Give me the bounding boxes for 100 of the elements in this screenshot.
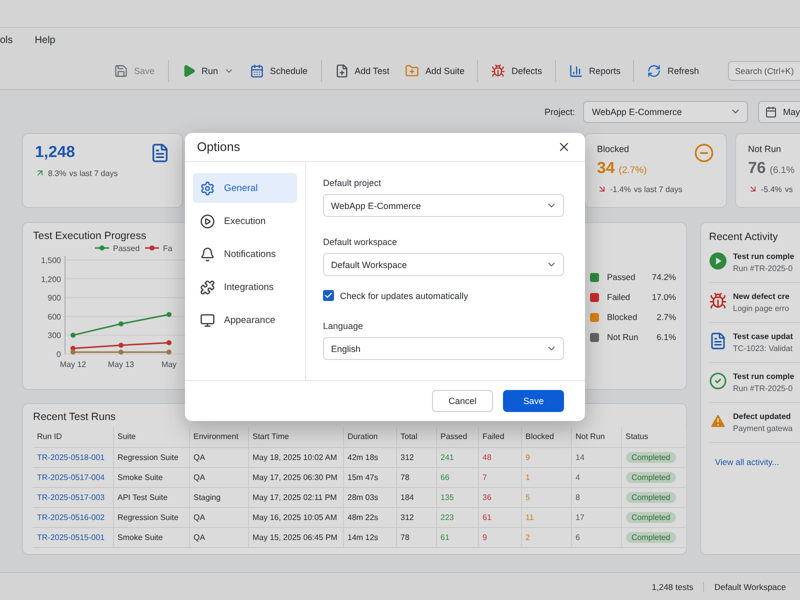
legend-value: 17.0% — [652, 292, 676, 302]
field-label: Default workspace — [323, 237, 398, 248]
toolbar-button[interactable]: Add Test — [328, 58, 396, 82]
calendar-icon — [765, 106, 777, 118]
nav-item[interactable]: Appearance — [193, 305, 297, 336]
toolbar-button[interactable]: Refresh — [641, 58, 705, 82]
data-point — [118, 321, 124, 326]
table-cell: 2 — [521, 527, 571, 547]
check-circle-icon — [709, 372, 727, 390]
axis-label: 600 — [48, 312, 61, 322]
stat-share: (2.7%) — [618, 165, 647, 176]
settings-icon — [200, 180, 215, 196]
minus-circle-icon — [694, 143, 714, 163]
legend-label: Fa — [163, 244, 172, 253]
table-cell: Regression Suite — [113, 447, 189, 467]
table-cell: 66 — [436, 467, 478, 487]
date-picker[interactable]: May — [758, 100, 800, 122]
axis-label: 1,500 — [40, 256, 61, 265]
cancel-button[interactable]: Cancel — [432, 390, 493, 412]
status-badge: Completed — [626, 452, 676, 462]
run-id-link[interactable]: TR-2025-0517-004 — [33, 467, 113, 487]
document-icon — [709, 332, 727, 350]
legend-value: 74.2% — [652, 272, 676, 282]
table-cell: QA — [189, 447, 248, 467]
table-cell: 14 — [571, 447, 621, 467]
field-label: Default project — [323, 178, 382, 188]
nav-item[interactable]: General — [193, 173, 297, 204]
axis-label: 1,200 — [40, 274, 61, 284]
table-cell: 1 — [521, 467, 571, 487]
stat-title: Not Run — [748, 144, 782, 154]
select-field[interactable]: Default Workspace — [323, 253, 564, 276]
table-cell: 14m 12s — [343, 527, 396, 547]
toolbar-button[interactable]: Reports — [562, 58, 626, 82]
legend-value: 2.7% — [656, 312, 676, 322]
data-point — [118, 350, 124, 355]
table-cell: 28m 03s — [343, 487, 396, 507]
play-icon — [182, 64, 196, 78]
folder-plus-icon — [405, 64, 420, 78]
table-cell: API Test Suite — [113, 487, 189, 507]
nav-item[interactable]: Execution — [193, 206, 297, 236]
toolbar-button[interactable]: Add Suite — [399, 58, 470, 82]
activity-title: Test run comple — [733, 252, 794, 261]
select-field[interactable]: English — [323, 337, 564, 360]
legend-value: 6.1% — [656, 332, 676, 342]
legend-label: Passed — [113, 244, 140, 253]
table-cell: Smoke Suite — [113, 467, 189, 487]
trend-note: vs last 7 days — [69, 168, 118, 178]
activity-title: Defect updated — [733, 412, 792, 421]
activity-detail: Login page erro — [733, 304, 790, 313]
axis-label: May 12 — [60, 360, 86, 369]
trend-note: vs last 7 days — [634, 184, 682, 194]
table-cell: 48 — [478, 447, 521, 467]
table-cell: May 16, 2025 10:05 AM — [248, 507, 343, 527]
table-cell: 36 — [478, 487, 521, 507]
toolbar-button[interactable]: Run — [176, 58, 240, 82]
nav-item[interactable]: Integrations — [193, 272, 297, 302]
checkbox[interactable] — [323, 290, 334, 302]
panel-title: Recent Activity — [709, 231, 779, 243]
run-id-link[interactable]: TR-2025-0516-002 — [33, 507, 113, 527]
warning-icon — [709, 412, 727, 430]
file-plus-icon — [334, 64, 349, 78]
activity-detail: Run #TR-2025-0 — [733, 384, 794, 393]
activity-title: Test case updat — [733, 332, 793, 341]
menu-item[interactable]: ols — [0, 32, 13, 48]
search-field[interactable]: Search (Ctrl+K) — [728, 60, 800, 80]
table-cell: 7 — [478, 467, 521, 487]
save-icon — [114, 64, 128, 78]
dialog-title: Options — [197, 140, 240, 154]
run-id-link[interactable]: TR-2025-0517-003 — [33, 487, 113, 507]
run-id-link[interactable]: TR-2025-0515-001 — [33, 527, 113, 547]
select-field[interactable]: WebApp E-Commerce — [323, 194, 564, 218]
view-all-link[interactable]: View all activity... — [715, 457, 800, 467]
axis-label: May 13 — [108, 360, 134, 369]
menu-item[interactable]: Help — [34, 32, 56, 48]
bell-icon — [200, 246, 215, 262]
data-point — [166, 340, 172, 346]
table-cell: 6 — [571, 527, 621, 547]
run-id-link[interactable]: TR-2025-0518-001 — [33, 447, 113, 467]
table-cell: 135 — [436, 487, 478, 507]
save-button[interactable]: Save — [503, 390, 564, 412]
toolbar-button[interactable]: Defects — [485, 58, 548, 82]
table-cell: Staging — [189, 487, 248, 507]
refresh-icon — [647, 64, 662, 78]
table-cell: 223 — [436, 507, 478, 527]
status-text: Default Workspace — [703, 582, 796, 592]
legend-label: Failed — [607, 292, 632, 302]
column-header: Run ID — [33, 427, 113, 447]
checkbox-label: Check for updates automatically — [340, 290, 468, 301]
trend-value: -1.4% — [610, 184, 631, 194]
data-point — [166, 350, 172, 355]
column-header: Start Time — [248, 427, 343, 447]
document-icon — [150, 143, 170, 163]
toolbar-button[interactable]: Schedule — [244, 58, 314, 82]
data-point — [166, 312, 172, 318]
nav-item[interactable]: Notifications — [193, 239, 297, 270]
play-circle-icon — [200, 214, 215, 229]
project-select[interactable]: WebApp E-Commerce — [583, 100, 748, 122]
column-header: Not Run — [571, 427, 621, 447]
calendar-icon — [250, 64, 264, 78]
column-header: Failed — [478, 427, 521, 447]
